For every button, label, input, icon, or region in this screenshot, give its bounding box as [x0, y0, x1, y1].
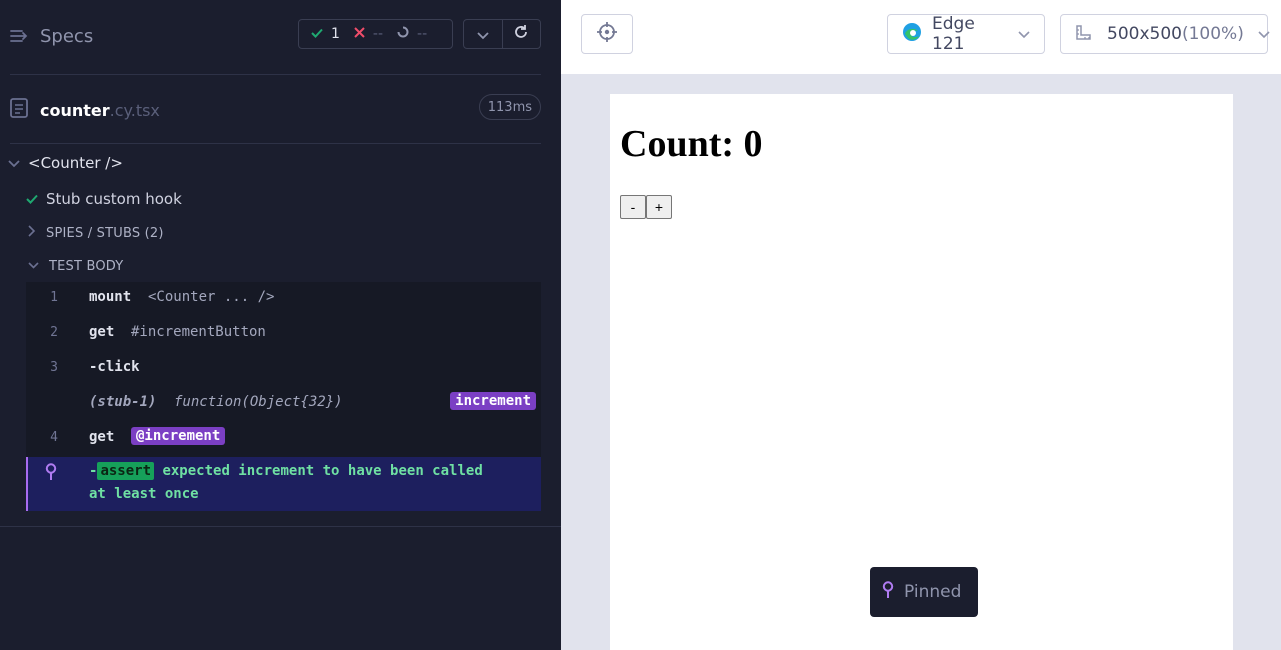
- pending-icon: [397, 26, 409, 42]
- selector-playground-button[interactable]: [581, 14, 633, 54]
- specs-label: Specs: [40, 25, 94, 47]
- chevron-down-icon: [477, 25, 489, 44]
- counter-buttons: - +: [620, 195, 672, 219]
- alias-badge: @increment: [131, 427, 226, 445]
- stub-message: function(Object{32}): [174, 394, 343, 410]
- increment-button[interactable]: +: [646, 195, 672, 219]
- spec-file-ext: .cy.tsx: [109, 100, 160, 120]
- decrement-button[interactable]: -: [620, 195, 646, 219]
- check-icon: [311, 26, 323, 42]
- command-message: #incrementButton: [131, 324, 266, 340]
- spec-file-name[interactable]: counter: [40, 101, 110, 120]
- reporter-header: Specs 1 -- --: [0, 0, 561, 74]
- chevron-down-icon: [1258, 24, 1270, 44]
- chevron-down-icon: [8, 154, 20, 172]
- passed-count: 1: [331, 26, 340, 42]
- pinned-toast: Pinned: [870, 567, 978, 617]
- aut-panel: Edge 121 500x500(100%) Count: 0 - +: [561, 0, 1281, 650]
- command-number: 1: [50, 290, 58, 305]
- pinned-assert-row[interactable]: - assert expected increment to have been …: [26, 457, 541, 511]
- count-heading: Count: 0: [620, 123, 763, 165]
- divider: [10, 74, 541, 75]
- command-name: -click: [89, 359, 140, 375]
- test-body-section[interactable]: TEST BODY: [28, 256, 123, 276]
- command-row[interactable]: 1 mount <Counter ... />: [26, 282, 541, 316]
- crosshair-icon: [596, 21, 618, 47]
- x-icon: [354, 26, 365, 42]
- viewport-scale: (100%): [1181, 24, 1244, 44]
- command-message: <Counter ... />: [148, 289, 275, 305]
- command-log: 1 mount <Counter ... /> 2 get #increment…: [26, 282, 541, 511]
- suite-row[interactable]: <Counter />: [8, 152, 123, 174]
- command-name: mount: [89, 289, 132, 305]
- rerun-button[interactable]: [501, 20, 541, 48]
- document-icon: [10, 98, 28, 122]
- assert-badge: assert: [97, 462, 155, 480]
- browser-dropdown[interactable]: Edge 121: [887, 14, 1045, 54]
- stub-call-row[interactable]: (stub-1) function(Object{32}) increment: [26, 387, 541, 421]
- command-number: 4: [50, 430, 58, 445]
- pinned-label: Pinned: [904, 582, 962, 602]
- viewport-dropdown[interactable]: 500x500(100%): [1060, 14, 1270, 54]
- chevron-down-icon: [1018, 24, 1030, 44]
- pending-stat: --: [397, 26, 427, 42]
- assert-line-1: expected increment to have been called: [162, 463, 483, 479]
- viewport-size: 500x500(100%): [1107, 24, 1244, 44]
- test-stats: 1 -- --: [298, 19, 453, 49]
- chevron-down-icon: [28, 259, 39, 274]
- spies-stubs-section[interactable]: SPIES / STUBS (2): [28, 223, 164, 243]
- edge-browser-icon: [902, 22, 922, 47]
- stub-name: (stub-1): [89, 394, 157, 410]
- browser-label: Edge 121: [932, 14, 975, 54]
- spec-file-row: counter .cy.tsx 113ms: [10, 94, 541, 126]
- test-title: Stub custom hook: [46, 190, 182, 208]
- assert-line-2: at least once: [89, 486, 199, 502]
- divider: [10, 143, 541, 144]
- command-row[interactable]: 2 get #incrementButton: [26, 317, 541, 351]
- suite-title: <Counter />: [28, 154, 123, 172]
- failed-stat: --: [354, 26, 383, 42]
- viewport-dimensions: 500x500: [1107, 24, 1182, 44]
- run-controls: [463, 19, 541, 49]
- divider: [0, 526, 561, 527]
- collapse-button[interactable]: [464, 20, 502, 48]
- specs-button[interactable]: Specs: [10, 22, 93, 50]
- command-row[interactable]: 3 -click: [26, 352, 541, 386]
- reporter-panel: Specs 1 -- -- counter .cy.tsx 113ms <Cou…: [0, 0, 561, 650]
- passed-stat: 1: [311, 26, 340, 42]
- chevron-right-icon: [28, 225, 36, 241]
- pin-icon: [882, 580, 894, 604]
- assert-message: - assert expected increment to have been …: [89, 460, 529, 506]
- check-icon: [26, 190, 38, 208]
- pending-count: --: [417, 26, 428, 42]
- refresh-icon: [513, 24, 529, 44]
- menu-arrow-icon: [10, 28, 30, 44]
- pin-icon: [45, 463, 57, 485]
- failed-count: --: [372, 26, 384, 42]
- alias-badge: increment: [450, 392, 536, 410]
- test-row[interactable]: Stub custom hook: [26, 188, 182, 210]
- command-name: get: [89, 429, 115, 445]
- command-row[interactable]: 4 get @increment: [26, 422, 541, 456]
- spies-stubs-label: SPIES / STUBS (2): [46, 225, 164, 241]
- command-number: 2: [50, 325, 58, 340]
- test-body-label: TEST BODY: [49, 258, 124, 274]
- ruler-icon: [1075, 23, 1097, 46]
- command-number: 3: [50, 360, 58, 375]
- aut-toolbar: Edge 121 500x500(100%): [561, 0, 1281, 74]
- command-name: get: [89, 324, 115, 340]
- duration-badge: 113ms: [478, 94, 541, 120]
